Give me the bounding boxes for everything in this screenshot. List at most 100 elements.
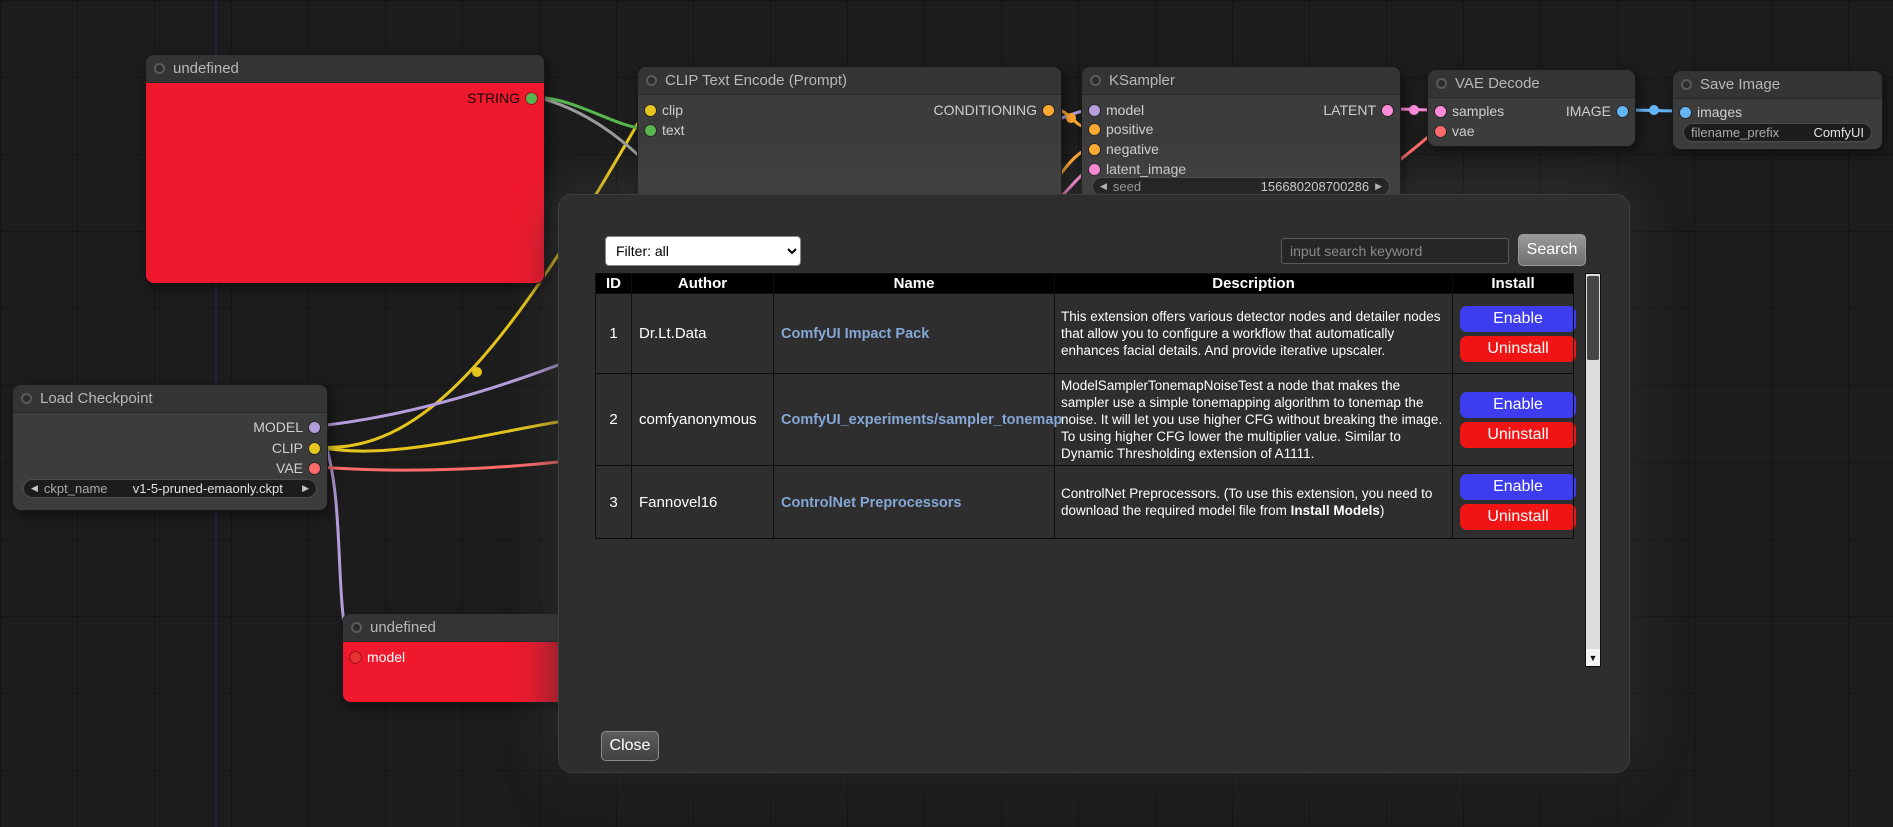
cell-id: 1 (596, 294, 632, 374)
wire-clip-to-hidden-node (319, 420, 570, 451)
input-slot-label: model (364, 649, 408, 665)
uninstall-button[interactable]: Uninstall (1460, 504, 1576, 530)
extension-link[interactable]: ComfyUI Impact Pack (781, 326, 929, 342)
input-slot-label: negative (1103, 141, 1162, 157)
cell-author: Dr.Lt.Data (632, 294, 774, 374)
filename-prefix-widget[interactable]: filename_prefix ComfyUI (1683, 123, 1872, 142)
input-dot-negative[interactable] (1089, 144, 1100, 155)
description-tail-text: ) (1380, 503, 1385, 518)
cell-install: Enable Uninstall (1453, 374, 1574, 466)
enable-button[interactable]: Enable (1460, 474, 1576, 500)
collapse-dot-icon[interactable] (1436, 78, 1447, 89)
uninstall-button[interactable]: Uninstall (1460, 336, 1576, 362)
scroll-down-arrow-icon: ▼ (1589, 653, 1598, 663)
output-dot-conditioning[interactable] (1043, 105, 1054, 116)
scrollbar-track[interactable]: ▼ (1585, 273, 1601, 667)
enable-button[interactable]: Enable (1460, 306, 1576, 332)
output-slot-vae: VAE (13, 459, 327, 477)
collapse-dot-icon[interactable] (646, 75, 657, 86)
node-title: VAE Decode (1455, 75, 1540, 92)
output-dot-model[interactable] (309, 422, 320, 433)
output-dot-string[interactable] (526, 93, 537, 104)
widget-value: 156680208700286 (1261, 179, 1369, 194)
output-slot-conditioning: CONDITIONING (638, 101, 1061, 119)
output-dot-vae[interactable] (309, 463, 320, 474)
extension-link[interactable]: ControlNet Preprocessors (781, 495, 962, 511)
input-dot-images[interactable] (1680, 107, 1691, 118)
widget-value: v1-5-pruned-emaonly.ckpt (133, 481, 283, 496)
enable-button[interactable]: Enable (1460, 392, 1576, 418)
node-graph-canvas[interactable]: undefined STRING CLIP Text Encode (Promp… (0, 0, 1893, 827)
cell-description: ModelSamplerTonemapNoiseTest a node that… (1055, 374, 1453, 466)
input-slot-text: text (638, 121, 1061, 139)
widget-name: seed (1113, 179, 1141, 194)
output-slot-clip: CLIP (13, 439, 327, 457)
cell-id: 3 (596, 466, 632, 539)
previous-arrow-icon[interactable]: ◀ (31, 483, 38, 494)
node-title: CLIP Text Encode (Prompt) (665, 72, 847, 89)
scrollbar-thumb[interactable] (1587, 276, 1599, 360)
output-dot-clip[interactable] (309, 443, 320, 454)
node-title: Load Checkpoint (40, 390, 153, 407)
output-dot-image[interactable] (1617, 106, 1628, 117)
table-row: 2 comfyanonymous ComfyUI_experiments/sam… (596, 374, 1574, 466)
header-id: ID (596, 274, 632, 294)
collapse-dot-icon[interactable] (21, 393, 32, 404)
input-slot-label: vae (1449, 123, 1478, 139)
close-button[interactable]: Close (601, 731, 659, 761)
output-dot-latent[interactable] (1382, 105, 1393, 116)
node-load-checkpoint[interactable]: Load Checkpoint MODEL CLIP VAE ◀ ckpt_na… (12, 384, 328, 511)
node-save-image[interactable]: Save Image images filename_prefix ComfyU… (1672, 70, 1883, 150)
cell-name: ControlNet Preprocessors (774, 466, 1055, 539)
node-undefined-top[interactable]: undefined STRING (145, 54, 545, 284)
cell-install: Enable Uninstall (1453, 466, 1574, 539)
node-title-bar: undefined (146, 55, 544, 83)
extension-link[interactable]: ComfyUI_experiments/sampler_tonemap (781, 412, 1062, 428)
node-title-bar: Load Checkpoint (13, 385, 327, 413)
cell-id: 2 (596, 374, 632, 466)
widget-name: filename_prefix (1691, 125, 1779, 140)
collapse-dot-icon[interactable] (154, 63, 165, 74)
input-dot-model[interactable] (350, 652, 361, 663)
filter-select[interactable]: Filter: all (605, 236, 801, 266)
collapse-dot-icon[interactable] (1090, 75, 1101, 86)
description-text: This extension offers various detector n… (1061, 309, 1440, 358)
ckpt-name-widget[interactable]: ◀ ckpt_name v1-5-pruned-emaonly.ckpt ▶ (23, 479, 317, 498)
output-slot-label: MODEL (250, 419, 306, 435)
input-dot-vae[interactable] (1435, 126, 1446, 137)
description-text: ModelSamplerTonemapNoiseTest a node that… (1061, 378, 1442, 461)
uninstall-button[interactable]: Uninstall (1460, 422, 1576, 448)
cell-author: Fannovel16 (632, 466, 774, 539)
node-body (146, 83, 544, 283)
output-slot-label: STRING (464, 90, 523, 106)
search-input[interactable] (1281, 238, 1509, 264)
output-slot-image: IMAGE (1428, 102, 1635, 120)
widget-value: ComfyUI (1813, 125, 1864, 140)
node-title: KSampler (1109, 72, 1175, 89)
widget-name: ckpt_name (44, 481, 108, 496)
table-row: 1 Dr.Lt.Data ComfyUI Impact Pack This ex… (596, 294, 1574, 374)
next-arrow-icon[interactable]: ▶ (302, 483, 309, 494)
output-slot-label: IMAGE (1563, 103, 1614, 119)
input-dot-latent-image[interactable] (1089, 164, 1100, 175)
search-button[interactable]: Search (1518, 234, 1586, 266)
input-slot-latent-image: latent_image (1082, 160, 1400, 178)
input-dot-text[interactable] (645, 125, 656, 136)
output-slot-label: CONDITIONING (931, 102, 1040, 118)
cell-name: ComfyUI Impact Pack (774, 294, 1055, 374)
output-slot-label: LATENT (1320, 102, 1379, 118)
scroll-down-button[interactable]: ▼ (1586, 649, 1600, 666)
decrement-arrow-icon[interactable]: ◀ (1100, 181, 1107, 192)
increment-arrow-icon[interactable]: ▶ (1375, 181, 1382, 192)
node-title: undefined (370, 619, 436, 636)
link-midpoint-dot (1066, 113, 1076, 123)
node-vae-decode[interactable]: VAE Decode samples vae IMAGE (1427, 69, 1636, 147)
node-title-bar: VAE Decode (1428, 70, 1635, 98)
node-title: Save Image (1700, 76, 1780, 93)
node-title-bar: CLIP Text Encode (Prompt) (638, 67, 1061, 95)
collapse-dot-icon[interactable] (1681, 79, 1692, 90)
header-author: Author (632, 274, 774, 294)
table-header-row: ID Author Name Description Install (596, 274, 1574, 294)
collapse-dot-icon[interactable] (351, 622, 362, 633)
input-dot-positive[interactable] (1089, 124, 1100, 135)
